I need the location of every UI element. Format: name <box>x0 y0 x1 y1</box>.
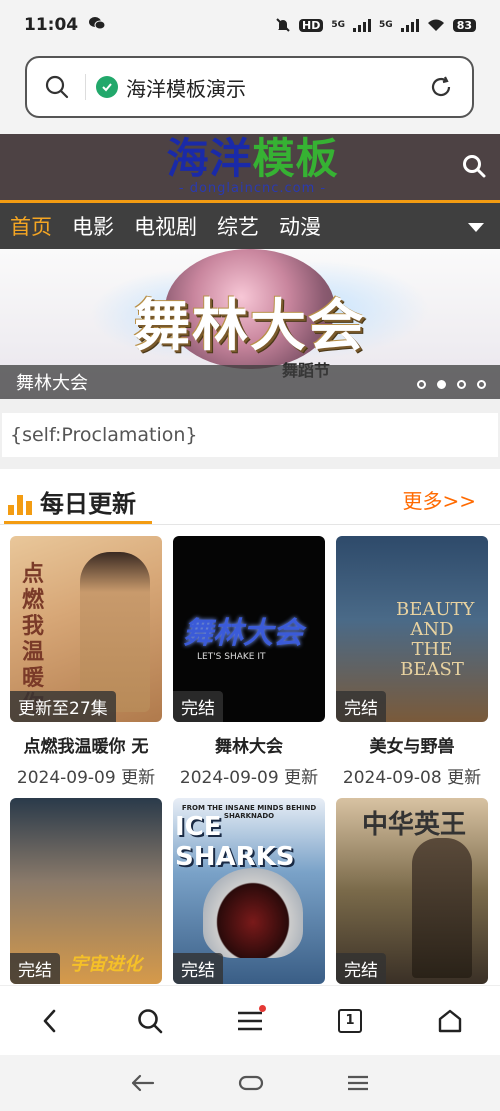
carousel-dot[interactable] <box>417 380 426 389</box>
status-time: 11:04 <box>24 15 79 35</box>
page: 11:04 HD 5G 5G 83 海洋模板演示 海洋模板 - donglain… <box>0 0 500 1111</box>
status-badge: 更新至27集 <box>10 691 116 722</box>
back-arrow-icon[interactable] <box>131 1074 155 1092</box>
poster-title: 舞林大会 <box>183 616 303 651</box>
proclamation-area: {self:Proclamation} <box>0 399 500 469</box>
notification-dot <box>259 1004 266 1012</box>
video-title[interactable]: 点燃我温暖你 无 <box>10 732 162 757</box>
nav-dropdown-icon[interactable] <box>468 223 484 232</box>
update-date: 2024-09-09 更新 <box>16 768 156 788</box>
search-button[interactable] <box>130 1001 170 1041</box>
browser-address-area: 海洋模板演示 <box>0 50 500 134</box>
status-badge: 完结 <box>336 691 386 722</box>
status-badge: 完结 <box>173 953 223 984</box>
video-poster[interactable]: 舞林大会 LET'S SHAKE IT 完结 <box>173 536 325 722</box>
logo-domain: - donglaincnc.com - <box>178 181 327 196</box>
poster-title: 中华英王 <box>362 810 467 840</box>
video-card[interactable]: BEAUTY AND THE BEAST 完结 美女与野兽 2024-09-08… <box>336 536 488 788</box>
chevron-left-icon <box>43 1009 56 1032</box>
logo-text-b: 模板 <box>252 134 339 183</box>
banner-caption-text: 舞林大会 <box>16 373 88 394</box>
nav-item-variety[interactable]: 综艺 <box>217 211 259 241</box>
banner-carousel[interactable]: 舞林大会 舞蹈节 舞林大会 <box>0 249 500 399</box>
logo-text-a: 海洋 <box>166 134 253 183</box>
status-right: HD 5G 5G 83 <box>275 17 476 33</box>
carousel-dot-active[interactable] <box>437 380 446 389</box>
mute-icon <box>276 18 290 32</box>
system-nav-bar <box>0 1055 500 1111</box>
daily-updates-section: 每日更新 更多>> 点燃我温暖你 更新至27集 点燃我温暖你 无 2024-09… <box>0 469 500 989</box>
home-pill-icon[interactable] <box>238 1074 264 1092</box>
video-card[interactable]: 舞林大会 LET'S SHAKE IT 完结 舞林大会 2024-09-09 更… <box>173 536 325 788</box>
status-badge: 完结 <box>336 953 386 984</box>
tab-count-icon: 1 <box>338 1008 362 1033</box>
net-label-1: 5G <box>331 20 346 30</box>
home-button[interactable] <box>430 1001 470 1041</box>
address-divider <box>85 74 86 100</box>
status-badge: 完结 <box>10 953 60 984</box>
poster-figure <box>80 552 150 712</box>
update-date: 2024-09-09 更新 <box>179 768 319 788</box>
site-logo[interactable]: 海洋模板 - donglaincnc.com - <box>150 136 355 198</box>
nav-item-home[interactable]: 首页 <box>10 211 52 241</box>
signal-icon-2 <box>400 18 419 32</box>
browser-toolbar: 1 <box>0 985 500 1055</box>
wechat-icon <box>88 16 106 34</box>
poster-figure <box>412 838 472 978</box>
address-bar[interactable]: 海洋模板演示 <box>25 56 474 118</box>
site-header: 海洋模板 - donglaincnc.com - <box>0 134 500 200</box>
reload-icon[interactable] <box>428 74 454 100</box>
site-search-icon[interactable] <box>462 154 486 178</box>
carousel-dot[interactable] <box>477 380 486 389</box>
signal-icon-1 <box>353 18 372 32</box>
search-icon <box>138 1008 163 1033</box>
tabs-button[interactable]: 1 <box>330 1001 370 1041</box>
update-date: 2024-09-08 更新 <box>342 768 482 788</box>
poster-title: ICE SHARKS <box>175 812 295 872</box>
search-icon[interactable] <box>45 75 69 99</box>
proclamation-text: {self:Proclamation} <box>2 413 498 457</box>
section-title: 每日更新 <box>40 490 136 518</box>
section-title-underline <box>4 521 152 524</box>
video-card[interactable]: 宇宙进化 完结 <box>10 798 162 984</box>
secure-shield-icon <box>96 76 118 98</box>
nav-item-movies[interactable]: 电影 <box>72 211 114 241</box>
video-poster[interactable]: 中华英王 完结 <box>336 798 488 984</box>
net-label-2: 5G <box>379 20 393 30</box>
bar-chart-icon <box>8 491 32 515</box>
menu-button[interactable] <box>230 1001 270 1041</box>
recents-icon[interactable] <box>347 1074 369 1092</box>
status-bar: 11:04 HD 5G 5G 83 <box>0 0 500 50</box>
category-nav: 首页 电影 电视剧 综艺 动漫 <box>0 203 500 249</box>
nav-item-anime[interactable]: 动漫 <box>279 211 321 241</box>
poster-subtitle: LET'S SHAKE IT <box>197 652 266 662</box>
more-link[interactable]: 更多>> <box>402 485 476 514</box>
video-card[interactable]: 点燃我温暖你 更新至27集 点燃我温暖你 无 2024-09-09 更新 <box>10 536 162 788</box>
wifi-icon <box>427 19 444 31</box>
video-card[interactable]: 中华英王 完结 <box>336 798 488 984</box>
page-title[interactable]: 海洋模板演示 <box>126 73 246 102</box>
video-poster[interactable]: 点燃我温暖你 更新至27集 <box>10 536 162 722</box>
video-title[interactable]: 舞林大会 <box>173 732 325 757</box>
video-title[interactable]: 美女与野兽 <box>336 732 488 757</box>
status-badge: 完结 <box>173 691 223 722</box>
carousel-dots <box>417 380 486 389</box>
battery-level: 83 <box>452 18 476 32</box>
poster-title: BEAUTY AND THE BEAST <box>396 599 475 680</box>
hd-badge: HD <box>299 18 324 32</box>
video-card[interactable]: FROM THE INSANE MINDS BEHIND SHARKNADO I… <box>173 798 325 984</box>
shark-jaw-art <box>203 868 303 958</box>
menu-icon <box>238 1011 262 1030</box>
poster-title: 宇宙进化 <box>70 954 142 975</box>
home-icon <box>438 1009 462 1032</box>
video-poster[interactable]: 宇宙进化 完结 <box>10 798 162 984</box>
back-button[interactable] <box>30 1001 70 1041</box>
carousel-dot[interactable] <box>457 380 466 389</box>
nav-item-tv[interactable]: 电视剧 <box>134 211 197 241</box>
banner-title-art: 舞林大会 <box>134 293 366 359</box>
section-header: 每日更新 更多>> <box>0 469 500 525</box>
video-poster[interactable]: FROM THE INSANE MINDS BEHIND SHARKNADO I… <box>173 798 325 984</box>
video-poster[interactable]: BEAUTY AND THE BEAST 完结 <box>336 536 488 722</box>
